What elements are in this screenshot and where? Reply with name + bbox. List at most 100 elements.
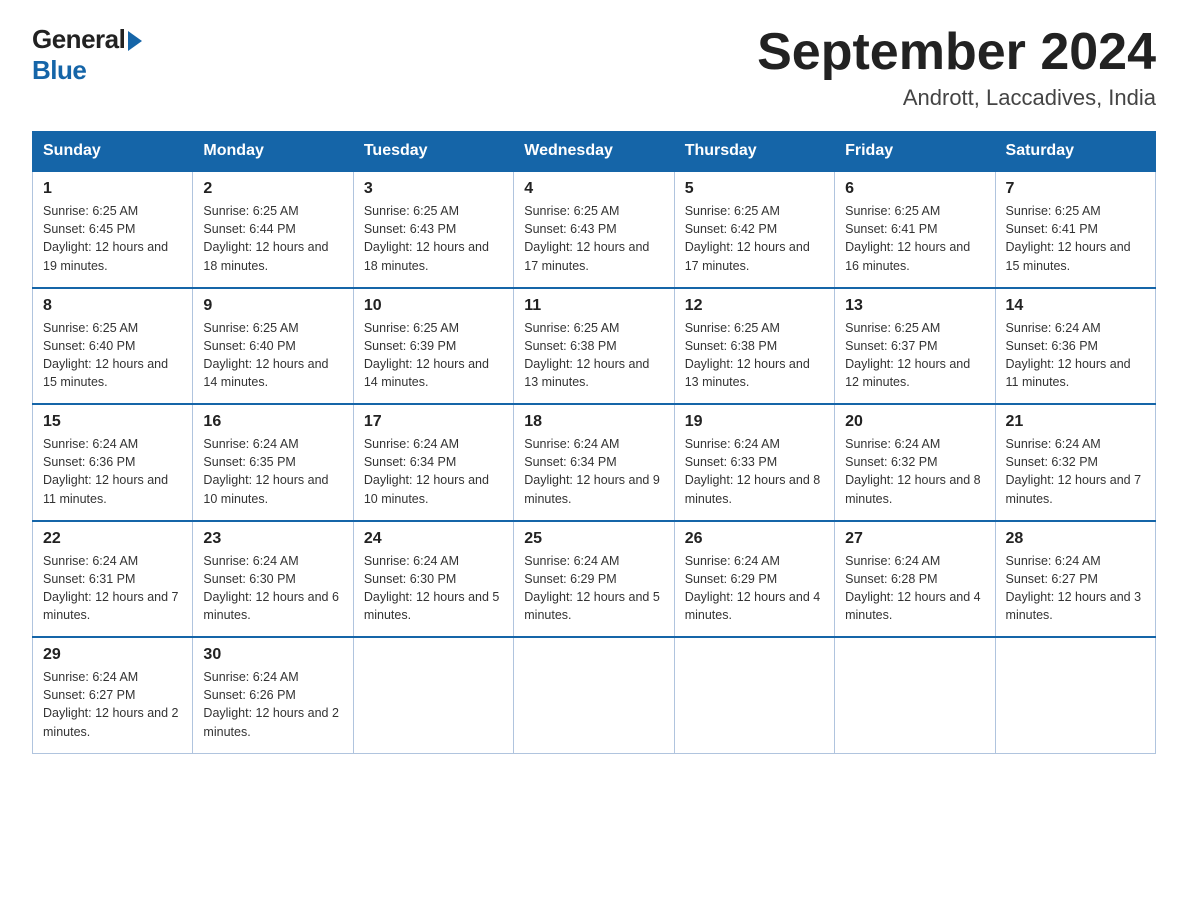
day-number: 2 xyxy=(203,180,342,198)
calendar-day-header: Saturday xyxy=(995,132,1155,172)
day-info: Sunrise: 6:25 AMSunset: 6:40 PMDaylight:… xyxy=(203,319,342,392)
calendar-day-cell: 20 Sunrise: 6:24 AMSunset: 6:32 PMDaylig… xyxy=(835,404,995,521)
day-info: Sunrise: 6:25 AMSunset: 6:38 PMDaylight:… xyxy=(524,319,663,392)
day-number: 22 xyxy=(43,530,182,548)
day-number: 21 xyxy=(1006,413,1145,431)
calendar-day-cell: 11 Sunrise: 6:25 AMSunset: 6:38 PMDaylig… xyxy=(514,288,674,405)
logo-arrow-icon xyxy=(128,31,142,51)
calendar-day-cell: 29 Sunrise: 6:24 AMSunset: 6:27 PMDaylig… xyxy=(33,637,193,753)
day-info: Sunrise: 6:24 AMSunset: 6:31 PMDaylight:… xyxy=(43,552,182,625)
day-info: Sunrise: 6:25 AMSunset: 6:44 PMDaylight:… xyxy=(203,202,342,275)
day-info: Sunrise: 6:25 AMSunset: 6:37 PMDaylight:… xyxy=(845,319,984,392)
day-info: Sunrise: 6:24 AMSunset: 6:33 PMDaylight:… xyxy=(685,435,824,508)
day-number: 20 xyxy=(845,413,984,431)
calendar-day-cell: 19 Sunrise: 6:24 AMSunset: 6:33 PMDaylig… xyxy=(674,404,834,521)
calendar-title: September 2024 xyxy=(757,24,1156,81)
calendar-day-cell: 12 Sunrise: 6:25 AMSunset: 6:38 PMDaylig… xyxy=(674,288,834,405)
calendar-day-cell: 17 Sunrise: 6:24 AMSunset: 6:34 PMDaylig… xyxy=(353,404,513,521)
day-number: 11 xyxy=(524,297,663,315)
day-number: 30 xyxy=(203,646,342,664)
calendar-day-cell: 3 Sunrise: 6:25 AMSunset: 6:43 PMDayligh… xyxy=(353,171,513,288)
day-info: Sunrise: 6:24 AMSunset: 6:32 PMDaylight:… xyxy=(845,435,984,508)
calendar-day-cell: 28 Sunrise: 6:24 AMSunset: 6:27 PMDaylig… xyxy=(995,521,1155,638)
calendar-day-cell xyxy=(995,637,1155,753)
day-number: 29 xyxy=(43,646,182,664)
day-number: 10 xyxy=(364,297,503,315)
logo-text-blue: Blue xyxy=(32,55,86,86)
day-number: 3 xyxy=(364,180,503,198)
day-info: Sunrise: 6:25 AMSunset: 6:41 PMDaylight:… xyxy=(1006,202,1145,275)
day-number: 27 xyxy=(845,530,984,548)
calendar-header-row: SundayMondayTuesdayWednesdayThursdayFrid… xyxy=(33,132,1156,172)
calendar-day-cell: 9 Sunrise: 6:25 AMSunset: 6:40 PMDayligh… xyxy=(193,288,353,405)
day-number: 15 xyxy=(43,413,182,431)
calendar-week-row: 8 Sunrise: 6:25 AMSunset: 6:40 PMDayligh… xyxy=(33,288,1156,405)
calendar-day-cell: 6 Sunrise: 6:25 AMSunset: 6:41 PMDayligh… xyxy=(835,171,995,288)
day-info: Sunrise: 6:25 AMSunset: 6:42 PMDaylight:… xyxy=(685,202,824,275)
calendar-day-cell: 13 Sunrise: 6:25 AMSunset: 6:37 PMDaylig… xyxy=(835,288,995,405)
page-header: General Blue September 2024 Andrott, Lac… xyxy=(32,24,1156,111)
day-number: 7 xyxy=(1006,180,1145,198)
calendar-day-cell xyxy=(835,637,995,753)
day-info: Sunrise: 6:24 AMSunset: 6:32 PMDaylight:… xyxy=(1006,435,1145,508)
day-info: Sunrise: 6:24 AMSunset: 6:29 PMDaylight:… xyxy=(685,552,824,625)
calendar-week-row: 29 Sunrise: 6:24 AMSunset: 6:27 PMDaylig… xyxy=(33,637,1156,753)
calendar-day-cell: 25 Sunrise: 6:24 AMSunset: 6:29 PMDaylig… xyxy=(514,521,674,638)
day-info: Sunrise: 6:24 AMSunset: 6:27 PMDaylight:… xyxy=(1006,552,1145,625)
calendar-day-cell: 18 Sunrise: 6:24 AMSunset: 6:34 PMDaylig… xyxy=(514,404,674,521)
calendar-week-row: 1 Sunrise: 6:25 AMSunset: 6:45 PMDayligh… xyxy=(33,171,1156,288)
calendar-day-cell: 23 Sunrise: 6:24 AMSunset: 6:30 PMDaylig… xyxy=(193,521,353,638)
day-number: 5 xyxy=(685,180,824,198)
calendar-day-cell xyxy=(514,637,674,753)
day-number: 19 xyxy=(685,413,824,431)
calendar-day-cell: 30 Sunrise: 6:24 AMSunset: 6:26 PMDaylig… xyxy=(193,637,353,753)
day-number: 17 xyxy=(364,413,503,431)
day-info: Sunrise: 6:24 AMSunset: 6:28 PMDaylight:… xyxy=(845,552,984,625)
calendar-day-cell: 7 Sunrise: 6:25 AMSunset: 6:41 PMDayligh… xyxy=(995,171,1155,288)
day-info: Sunrise: 6:24 AMSunset: 6:36 PMDaylight:… xyxy=(43,435,182,508)
calendar-day-header: Monday xyxy=(193,132,353,172)
calendar-day-cell xyxy=(674,637,834,753)
day-info: Sunrise: 6:25 AMSunset: 6:38 PMDaylight:… xyxy=(685,319,824,392)
day-number: 8 xyxy=(43,297,182,315)
day-number: 6 xyxy=(845,180,984,198)
calendar-day-header: Sunday xyxy=(33,132,193,172)
calendar-day-cell: 4 Sunrise: 6:25 AMSunset: 6:43 PMDayligh… xyxy=(514,171,674,288)
day-number: 12 xyxy=(685,297,824,315)
day-number: 28 xyxy=(1006,530,1145,548)
title-block: September 2024 Andrott, Laccadives, Indi… xyxy=(757,24,1156,111)
calendar-day-header: Thursday xyxy=(674,132,834,172)
day-info: Sunrise: 6:24 AMSunset: 6:34 PMDaylight:… xyxy=(524,435,663,508)
calendar-day-header: Wednesday xyxy=(514,132,674,172)
day-info: Sunrise: 6:25 AMSunset: 6:45 PMDaylight:… xyxy=(43,202,182,275)
day-number: 18 xyxy=(524,413,663,431)
calendar-day-cell: 5 Sunrise: 6:25 AMSunset: 6:42 PMDayligh… xyxy=(674,171,834,288)
calendar-subtitle: Andrott, Laccadives, India xyxy=(757,85,1156,111)
day-info: Sunrise: 6:25 AMSunset: 6:43 PMDaylight:… xyxy=(524,202,663,275)
calendar-table: SundayMondayTuesdayWednesdayThursdayFrid… xyxy=(32,131,1156,754)
calendar-day-cell: 21 Sunrise: 6:24 AMSunset: 6:32 PMDaylig… xyxy=(995,404,1155,521)
day-number: 16 xyxy=(203,413,342,431)
day-info: Sunrise: 6:25 AMSunset: 6:41 PMDaylight:… xyxy=(845,202,984,275)
day-info: Sunrise: 6:24 AMSunset: 6:36 PMDaylight:… xyxy=(1006,319,1145,392)
day-info: Sunrise: 6:24 AMSunset: 6:34 PMDaylight:… xyxy=(364,435,503,508)
day-info: Sunrise: 6:24 AMSunset: 6:30 PMDaylight:… xyxy=(364,552,503,625)
logo: General Blue xyxy=(32,24,142,86)
day-info: Sunrise: 6:24 AMSunset: 6:29 PMDaylight:… xyxy=(524,552,663,625)
day-number: 1 xyxy=(43,180,182,198)
calendar-day-cell: 10 Sunrise: 6:25 AMSunset: 6:39 PMDaylig… xyxy=(353,288,513,405)
day-number: 23 xyxy=(203,530,342,548)
day-number: 13 xyxy=(845,297,984,315)
calendar-day-cell: 8 Sunrise: 6:25 AMSunset: 6:40 PMDayligh… xyxy=(33,288,193,405)
calendar-day-cell: 2 Sunrise: 6:25 AMSunset: 6:44 PMDayligh… xyxy=(193,171,353,288)
calendar-day-header: Friday xyxy=(835,132,995,172)
calendar-day-cell: 15 Sunrise: 6:24 AMSunset: 6:36 PMDaylig… xyxy=(33,404,193,521)
day-number: 24 xyxy=(364,530,503,548)
calendar-week-row: 22 Sunrise: 6:24 AMSunset: 6:31 PMDaylig… xyxy=(33,521,1156,638)
day-number: 14 xyxy=(1006,297,1145,315)
day-number: 4 xyxy=(524,180,663,198)
day-info: Sunrise: 6:24 AMSunset: 6:26 PMDaylight:… xyxy=(203,668,342,741)
logo-text-general: General xyxy=(32,24,125,55)
calendar-day-cell xyxy=(353,637,513,753)
calendar-day-cell: 22 Sunrise: 6:24 AMSunset: 6:31 PMDaylig… xyxy=(33,521,193,638)
